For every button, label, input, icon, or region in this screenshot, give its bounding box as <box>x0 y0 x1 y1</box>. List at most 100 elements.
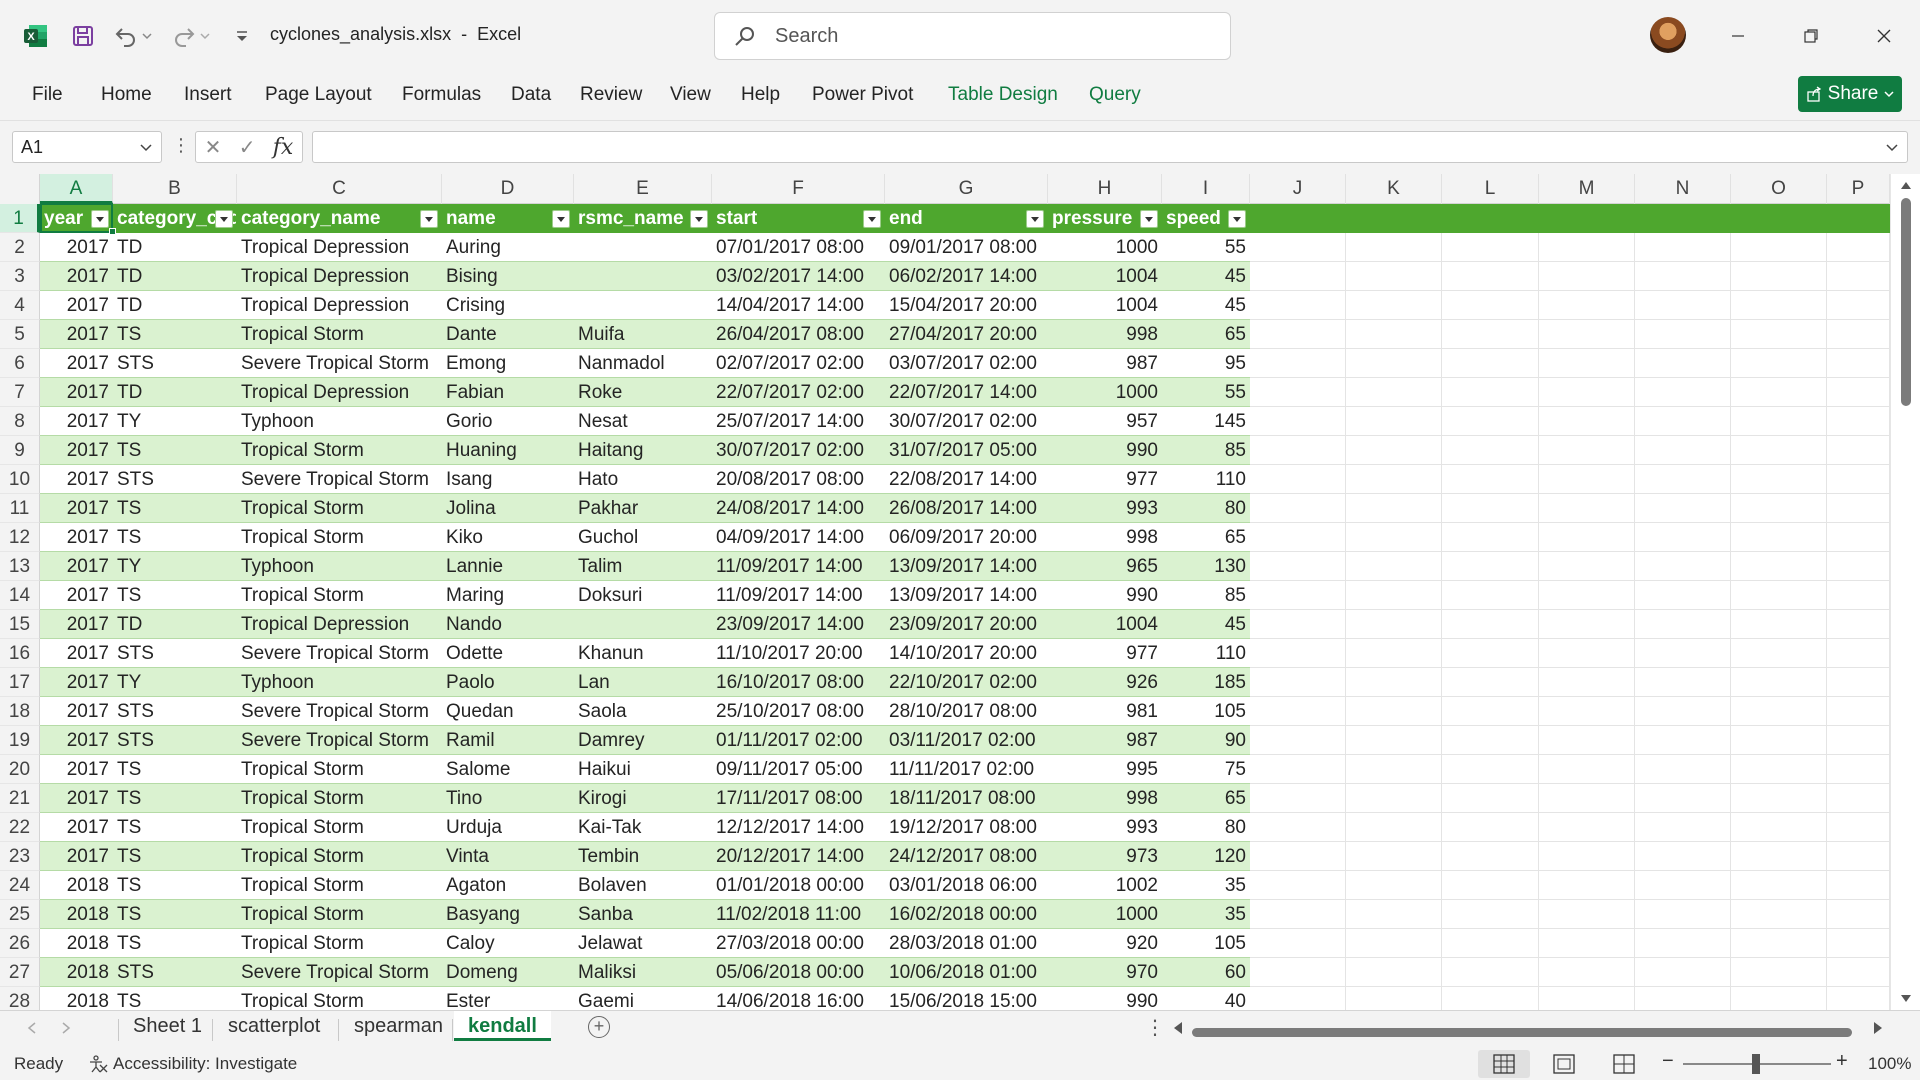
table-header-category-code[interactable]: category_code <box>113 204 237 233</box>
table-cell[interactable]: 30/07/2017 02:00 <box>885 407 1048 436</box>
empty-cell[interactable] <box>1539 407 1635 436</box>
table-header-rsmc-name[interactable]: rsmc_name <box>574 204 712 233</box>
empty-cell[interactable] <box>1539 610 1635 639</box>
row-header[interactable]: 26 <box>0 929 40 958</box>
empty-cell[interactable] <box>1442 958 1539 987</box>
table-cell[interactable]: 920 <box>1048 929 1162 958</box>
table-cell[interactable]: 130 <box>1162 552 1250 581</box>
table-cell[interactable]: 26/04/2017 08:00 <box>712 320 885 349</box>
table-cell[interactable]: Auring <box>442 233 574 262</box>
row-header[interactable]: 18 <box>0 697 40 726</box>
column-header-e[interactable]: E <box>574 174 712 204</box>
empty-cell[interactable] <box>1731 697 1827 726</box>
tab-power-pivot[interactable]: Power Pivot <box>812 84 913 106</box>
empty-cell[interactable] <box>1346 407 1442 436</box>
empty-cell[interactable] <box>1635 668 1731 697</box>
empty-cell[interactable] <box>1635 204 1731 233</box>
table-cell[interactable]: 40 <box>1162 987 1250 1010</box>
table-cell[interactable]: 12/12/2017 14:00 <box>712 813 885 842</box>
empty-cell[interactable] <box>1346 871 1442 900</box>
table-cell[interactable]: Severe Tropical Storm <box>237 958 442 987</box>
table-cell[interactable]: 11/02/2018 11:00 <box>712 900 885 929</box>
empty-cell[interactable] <box>1731 900 1827 929</box>
prev-sheet-icon[interactable] <box>26 1021 38 1035</box>
empty-cell[interactable] <box>1827 233 1890 262</box>
table-cell[interactable]: 995 <box>1048 755 1162 784</box>
empty-cell[interactable] <box>1539 465 1635 494</box>
table-cell[interactable]: Lannie <box>442 552 574 581</box>
table-cell[interactable]: Tropical Storm <box>237 929 442 958</box>
empty-cell[interactable] <box>1250 378 1346 407</box>
table-cell[interactable]: Caloy <box>442 929 574 958</box>
column-header-p[interactable]: P <box>1827 174 1890 204</box>
column-header-f[interactable]: F <box>712 174 885 204</box>
table-cell[interactable]: Tropical Storm <box>237 755 442 784</box>
filter-dropdown-icon[interactable] <box>215 210 233 228</box>
table-cell[interactable] <box>574 262 712 291</box>
empty-cell[interactable] <box>1250 320 1346 349</box>
close-icon[interactable] <box>1866 18 1902 54</box>
table-cell[interactable]: Maring <box>442 581 574 610</box>
share-button[interactable]: Share <box>1798 76 1902 112</box>
empty-cell[interactable] <box>1442 813 1539 842</box>
column-header-m[interactable]: M <box>1539 174 1635 204</box>
table-cell[interactable]: Huaning <box>442 436 574 465</box>
empty-cell[interactable] <box>1442 929 1539 958</box>
table-cell[interactable]: 28/03/2018 01:00 <box>885 929 1048 958</box>
table-cell[interactable]: 987 <box>1048 349 1162 378</box>
empty-cell[interactable] <box>1827 987 1890 1010</box>
table-cell[interactable]: TS <box>113 784 237 813</box>
table-cell[interactable]: 19/12/2017 08:00 <box>885 813 1048 842</box>
empty-cell[interactable] <box>1250 726 1346 755</box>
table-cell[interactable]: Guchol <box>574 523 712 552</box>
empty-cell[interactable] <box>1346 262 1442 291</box>
table-cell[interactable]: 13/09/2017 14:00 <box>885 552 1048 581</box>
table-cell[interactable]: 20/12/2017 14:00 <box>712 842 885 871</box>
empty-cell[interactable] <box>1731 726 1827 755</box>
empty-cell[interactable] <box>1539 320 1635 349</box>
tab-file[interactable]: File <box>32 84 63 106</box>
empty-cell[interactable] <box>1346 987 1442 1010</box>
empty-cell[interactable] <box>1827 552 1890 581</box>
row-header[interactable]: 7 <box>0 378 40 407</box>
table-cell[interactable]: TD <box>113 610 237 639</box>
table-cell[interactable]: 2017 <box>40 697 113 726</box>
table-cell[interactable]: 03/02/2017 14:00 <box>712 262 885 291</box>
table-cell[interactable]: 23/09/2017 14:00 <box>712 610 885 639</box>
table-cell[interactable]: 05/06/2018 00:00 <box>712 958 885 987</box>
row-header[interactable]: 1 <box>0 204 40 233</box>
filter-dropdown-icon[interactable] <box>420 210 438 228</box>
empty-cell[interactable] <box>1635 407 1731 436</box>
table-cell[interactable]: Tino <box>442 784 574 813</box>
table-cell[interactable]: 22/08/2017 14:00 <box>885 465 1048 494</box>
empty-cell[interactable] <box>1635 987 1731 1010</box>
empty-cell[interactable] <box>1539 552 1635 581</box>
column-header-i[interactable]: I <box>1162 174 1250 204</box>
empty-cell[interactable] <box>1827 581 1890 610</box>
column-header-g[interactable]: G <box>885 174 1048 204</box>
formula-input[interactable] <box>312 131 1908 163</box>
table-cell[interactable]: Jelawat <box>574 929 712 958</box>
table-cell[interactable]: 17/11/2017 08:00 <box>712 784 885 813</box>
empty-cell[interactable] <box>1731 378 1827 407</box>
table-cell[interactable]: 998 <box>1048 523 1162 552</box>
empty-cell[interactable] <box>1539 958 1635 987</box>
table-cell[interactable]: 1000 <box>1048 900 1162 929</box>
empty-cell[interactable] <box>1250 813 1346 842</box>
empty-cell[interactable] <box>1250 436 1346 465</box>
table-cell[interactable]: 22/07/2017 14:00 <box>885 378 1048 407</box>
table-cell[interactable]: 990 <box>1048 581 1162 610</box>
table-cell[interactable]: Tropical Storm <box>237 813 442 842</box>
table-cell[interactable]: 27/04/2017 20:00 <box>885 320 1048 349</box>
table-cell[interactable]: 24/08/2017 14:00 <box>712 494 885 523</box>
table-cell[interactable]: 977 <box>1048 465 1162 494</box>
table-cell[interactable]: 25/10/2017 08:00 <box>712 697 885 726</box>
table-cell[interactable]: TS <box>113 871 237 900</box>
table-cell[interactable]: 2017 <box>40 668 113 697</box>
table-cell[interactable]: 09/11/2017 05:00 <box>712 755 885 784</box>
table-cell[interactable] <box>574 291 712 320</box>
table-cell[interactable]: TD <box>113 378 237 407</box>
table-cell[interactable]: Tropical Depression <box>237 291 442 320</box>
empty-cell[interactable] <box>1635 262 1731 291</box>
table-cell[interactable]: TS <box>113 436 237 465</box>
